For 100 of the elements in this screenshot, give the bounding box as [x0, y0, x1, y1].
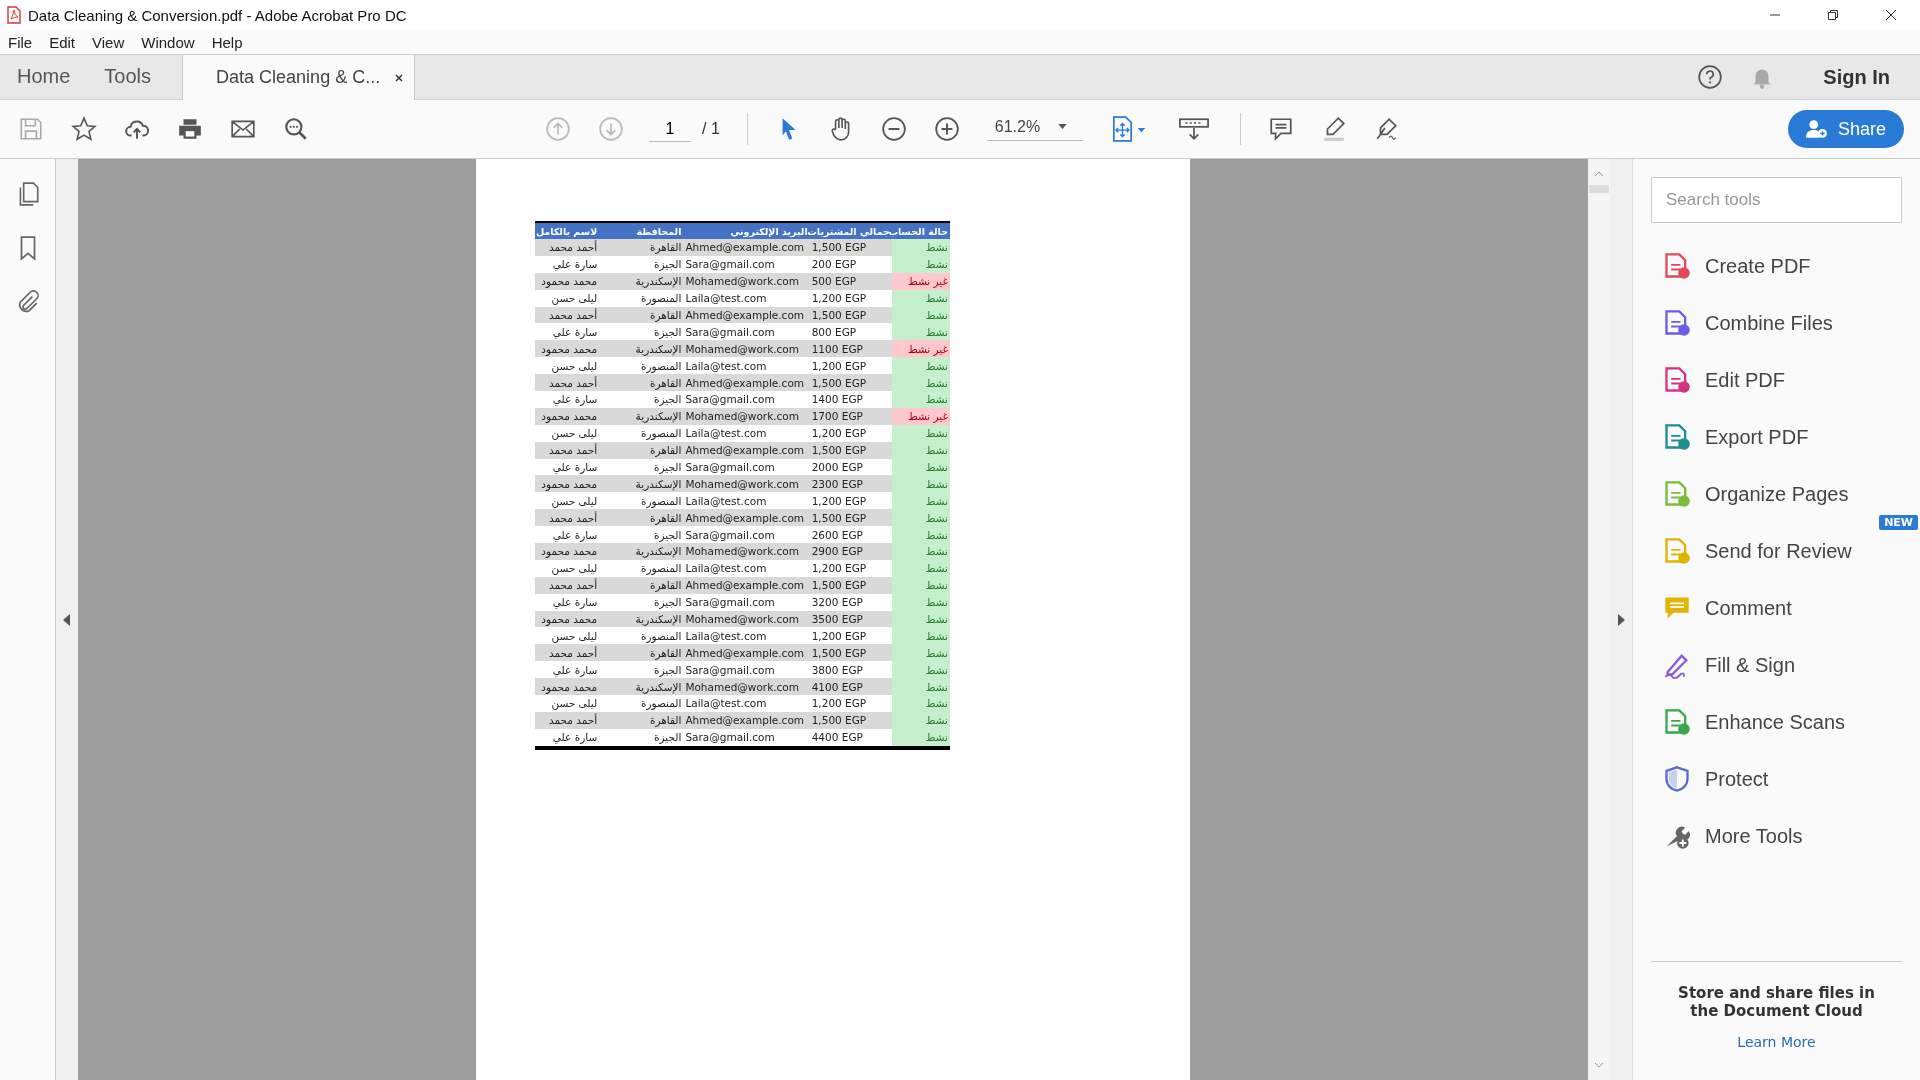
tool-item[interactable]: Comment — [1663, 590, 1902, 626]
collapse-left-icon[interactable] — [63, 613, 71, 626]
table-cell: المنصورة — [609, 627, 684, 645]
table-cell: أحمد محمد — [535, 441, 610, 459]
restore-icon[interactable] — [1827, 9, 1839, 21]
tool-item[interactable]: Create PDF — [1663, 248, 1902, 284]
share-button[interactable]: Share — [1787, 110, 1904, 148]
table-cell: المنصورة — [609, 289, 684, 307]
pdf-file-icon — [6, 6, 22, 24]
table-cell: 2900 EGP — [809, 543, 892, 560]
tool-item[interactable]: Organize Pages — [1663, 476, 1902, 512]
cloud-message: Store and share files in the Document Cloud — [1677, 984, 1876, 1020]
zoom-out-icon[interactable] — [880, 116, 907, 142]
tool-item[interactable]: Edit PDF — [1663, 362, 1902, 398]
table-cell: محمد محمود — [535, 475, 610, 493]
tool-item[interactable]: Enhance Scans — [1663, 704, 1902, 740]
caret-icon — [1058, 124, 1068, 129]
status-cell: نشط — [891, 644, 950, 662]
add-user-icon — [1805, 119, 1828, 139]
expand-right-icon[interactable] — [1617, 613, 1625, 626]
table-cell: ليلى حسن — [535, 357, 610, 375]
search-tools-field[interactable]: Search tools — [1651, 177, 1902, 223]
table-cell: 1,500 EGP — [809, 644, 892, 662]
table-cell: 1,200 EGP — [809, 424, 892, 442]
table-cell: الجيزة — [609, 728, 684, 748]
zoom-dropdown[interactable]: 61.2% — [986, 117, 1083, 141]
table-cell: 3500 EGP — [809, 610, 892, 628]
table-cell: الإسكندرية — [609, 543, 684, 560]
table-cell: الإسكندرية — [609, 475, 684, 493]
tool-label: Edit PDF — [1705, 368, 1786, 392]
table-cell: Laila@test.com — [683, 357, 810, 375]
tool-item[interactable]: Export PDF — [1663, 419, 1902, 455]
table-cell: الإسكندرية — [609, 610, 684, 628]
scroll-up-icon[interactable] — [1594, 171, 1604, 177]
status-cell: نشط — [891, 323, 950, 341]
menu-item[interactable]: Edit — [49, 33, 76, 51]
tool-item[interactable]: More Tools — [1663, 818, 1902, 854]
table-cell: Sara@gmail.com — [683, 323, 810, 341]
tool-item[interactable]: Combine Files — [1663, 305, 1902, 341]
table-cell: Mohamed@work.com — [683, 407, 810, 425]
tool-item[interactable]: Protect — [1663, 761, 1902, 797]
table-cell: Mohamed@work.com — [683, 610, 810, 628]
table-cell: 1,200 EGP — [809, 559, 892, 577]
tool-label: Combine Files — [1705, 311, 1833, 335]
page-number-field[interactable]: 1 — [649, 116, 691, 142]
table-cell: القاهرة — [609, 306, 684, 324]
table-cell: أحمد محمد — [535, 644, 610, 662]
menu-item[interactable]: View — [92, 33, 125, 51]
table-cell: 1,200 EGP — [809, 357, 892, 375]
table-cell: 4100 EGP — [809, 678, 892, 696]
table-cell: محمد محمود — [535, 610, 610, 628]
status-cell: نشط — [891, 526, 950, 544]
nav-tab[interactable]: Tools — [87, 55, 169, 99]
table-cell: القاهرة — [609, 711, 684, 729]
table-cell: سارة علي — [535, 593, 610, 611]
table-cell: Laila@test.com — [683, 627, 810, 645]
new-badge: NEW — [1879, 515, 1918, 530]
table-cell: ليلى حسن — [535, 695, 610, 712]
close-icon[interactable] — [394, 72, 405, 83]
table-cell: 2000 EGP — [809, 458, 892, 476]
table-cell: Laila@test.com — [683, 695, 810, 712]
status-cell: نشط — [891, 357, 950, 375]
tool-item[interactable]: Send for Review — [1663, 533, 1902, 569]
learn-more-link[interactable]: Learn More — [1737, 1034, 1816, 1050]
help-icon[interactable] — [1697, 64, 1724, 90]
table-cell: الإسكندرية — [609, 407, 684, 425]
menu-item[interactable]: Help — [211, 33, 243, 51]
page-total: / 1 — [702, 120, 720, 138]
tool-label: Enhance Scans — [1705, 710, 1846, 734]
print-icon[interactable] — [177, 116, 203, 142]
table-cell: القاهرة — [609, 239, 684, 256]
status-cell: نشط — [891, 391, 950, 408]
zoom-in-icon[interactable] — [933, 116, 960, 142]
table-cell: Mohamed@work.com — [683, 678, 810, 696]
nav-tab[interactable]: Home — [0, 55, 88, 99]
sign-in-link[interactable]: Sign In — [1823, 65, 1890, 89]
tool-item[interactable]: Fill & Sign — [1663, 647, 1902, 683]
table-cell: Ahmed@example.com — [683, 711, 810, 729]
menu-item[interactable]: Window — [141, 33, 195, 51]
table-cell: 2600 EGP — [809, 526, 892, 544]
comment-icon[interactable] — [1267, 116, 1294, 142]
close-icon[interactable] — [1885, 9, 1897, 21]
table-cell: الجيزة — [609, 391, 684, 408]
document-tab[interactable]: Data Cleaning & C... — [182, 55, 416, 100]
status-cell: نشط — [891, 661, 950, 679]
table-cell: Sara@gmail.com — [683, 255, 810, 273]
table-cell: محمد محمود — [535, 340, 610, 358]
table-cell: القاهرة — [609, 576, 684, 594]
column-header: حالة الحساب — [891, 222, 950, 239]
table-cell: المنصورة — [609, 424, 684, 442]
scroll-down-icon[interactable] — [1594, 1062, 1604, 1068]
table-cell: Sara@gmail.com — [683, 728, 810, 748]
scrollbar-thumb[interactable] — [1589, 185, 1609, 193]
table-cell: المنصورة — [609, 695, 684, 712]
star-icon[interactable] — [71, 116, 97, 142]
search-icon[interactable] — [283, 116, 309, 142]
menu-item[interactable]: File — [8, 33, 33, 51]
table-cell: Mohamed@work.com — [683, 475, 810, 493]
table-cell: أحمد محمد — [535, 711, 610, 729]
table-cell: Ahmed@example.com — [683, 306, 810, 324]
